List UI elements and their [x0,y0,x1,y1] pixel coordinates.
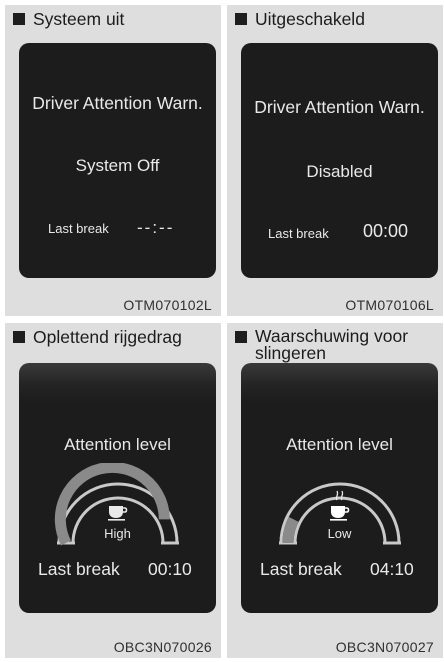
square-bullet-icon [235,13,247,25]
panel-disabled: Uitgeschakeld Driver Attention Warn. Dis… [227,5,443,316]
caption-text: Uitgeschakeld [255,9,365,29]
last-break-label: Last break [260,559,342,579]
figure-code: OBC3N070027 [335,639,434,655]
square-bullet-icon [13,13,25,25]
display-status: System Off [75,156,160,175]
display-status: Disabled [306,162,373,181]
figure-code: OTM070102L [123,297,212,313]
panel-caption: Oplettend rijgedrag [9,328,217,347]
panel-caption: Systeem uit [9,10,217,29]
last-break-time: 00:10 [148,559,192,579]
last-break-time: 04:10 [370,559,414,579]
coffee-cup-icon [108,506,128,521]
panel-caption: Waarschuwing voor slingeren [231,326,439,363]
square-bullet-icon [13,331,25,343]
display-title: Attention level [64,435,171,454]
caption-text: Oplettend rijgedrag [33,327,182,347]
last-break-time: 00:00 [363,221,409,241]
cluster-display: Driver Attention Warn. Disabled Last bre… [241,43,438,278]
last-break-time: --:-- [137,218,175,237]
panel-caption: Uitgeschakeld [231,10,439,29]
last-break-label: Last break [268,226,329,241]
attention-level-value: High [104,526,131,541]
coffee-cup-icon [330,506,350,521]
figure-code: OBC3N070026 [113,639,212,655]
figure-code: OTM070106L [345,297,434,313]
last-break-label: Last break [38,559,120,579]
panel-attentive-driving: Oplettend rijgedrag Attention level High… [5,323,221,658]
cluster-display: Attention level High Last break 00:10 [19,363,216,613]
display-title: Attention level [286,435,393,454]
square-bullet-icon [235,331,247,343]
steam-icon [335,490,344,501]
display-title: Driver Attention Warn. [32,93,203,113]
panel-weaving-warning: Waarschuwing voor slingeren Attention le… [227,323,443,658]
caption-text: Systeem uit [33,9,125,29]
cluster-display: Attention level Low Last break 04:10 [241,363,438,613]
panel-system-off: Systeem uit Driver Attention Warn. Syste… [5,5,221,316]
display-title: Driver Attention Warn. [254,97,425,117]
caption-text: Waarschuwing voor slingeren [255,326,409,363]
last-break-label: Last break [48,221,109,236]
attention-level-value: Low [327,526,352,541]
cluster-display: Driver Attention Warn. System Off Last b… [19,43,216,278]
